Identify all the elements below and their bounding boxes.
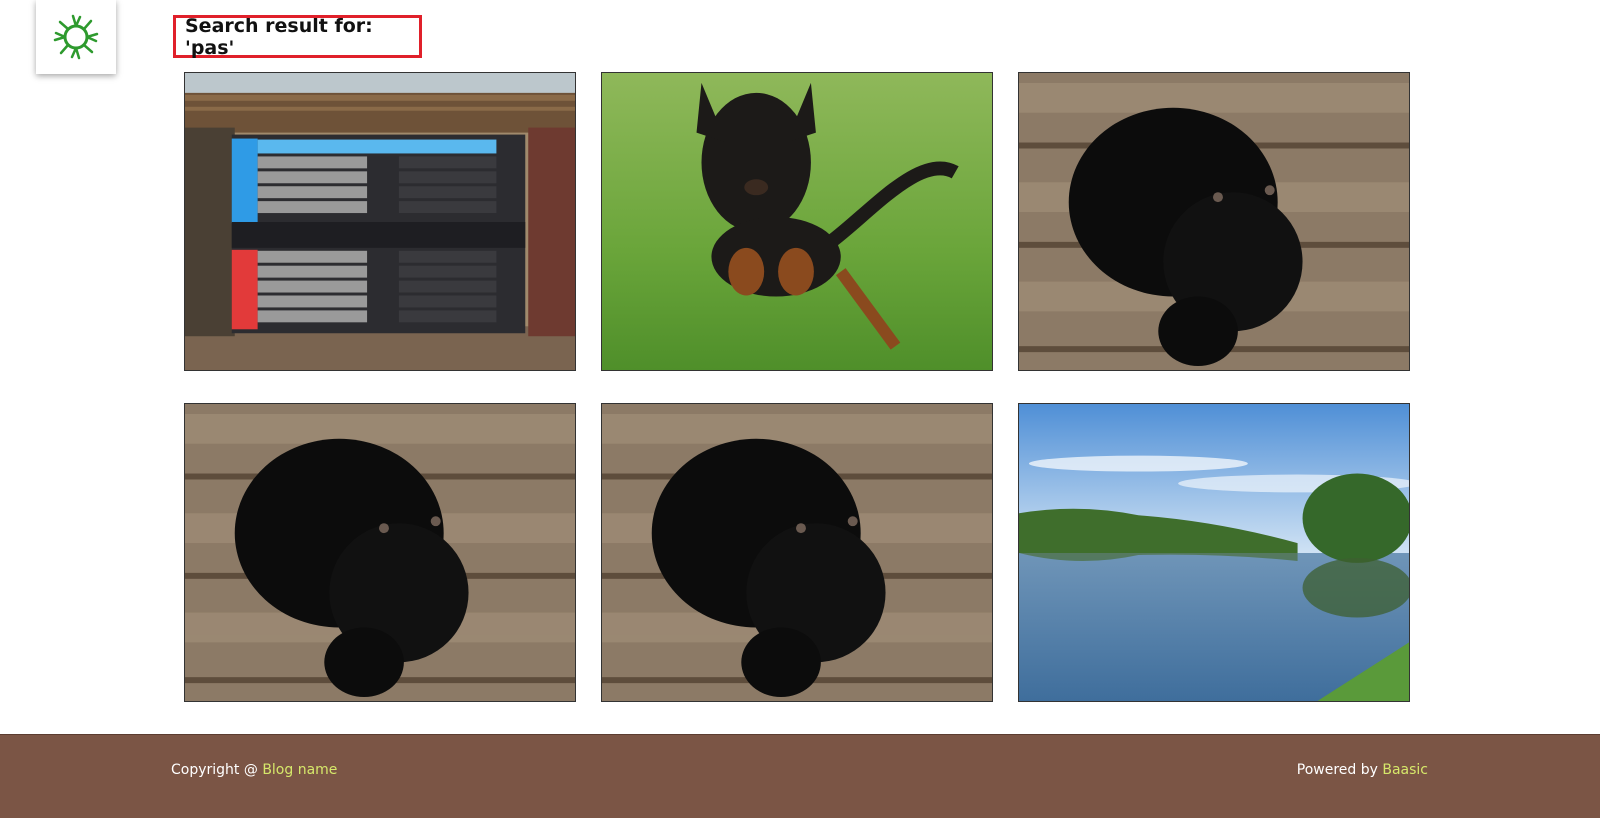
blog-name-link[interactable]: Blog name [262,762,337,778]
result-thumbnail[interactable] [601,403,993,702]
copyright-prefix: Copyright @ [171,762,263,778]
river-landscape-photo [1019,404,1409,701]
black-puppy-photo [1019,73,1409,370]
result-thumbnail[interactable] [184,403,576,702]
copyright-text: Copyright @ Blog name [171,762,337,778]
site-logo[interactable] [36,0,116,74]
baasic-link[interactable]: Baasic [1382,762,1428,778]
green-sun-logo-icon [53,14,99,60]
result-thumbnail[interactable] [1018,403,1410,702]
results-grid [184,72,1410,702]
search-result-heading: Search result for: 'pas' [173,14,422,59]
powered-by-prefix: Powered by [1296,762,1383,778]
site-footer: Copyright @ Blog name Powered by Baasic [0,734,1600,818]
result-thumbnail[interactable] [184,72,576,371]
result-thumbnail[interactable] [1018,72,1410,371]
result-thumbnail[interactable] [601,72,993,371]
game-scoreboard-photo [185,73,575,370]
black-puppy-photo [185,404,575,701]
search-result-text: Search result for: 'pas' [185,14,373,59]
powered-by-text: Powered by Baasic [1297,762,1428,778]
running-dog-photo [602,73,992,370]
black-puppy-photo [602,404,992,701]
